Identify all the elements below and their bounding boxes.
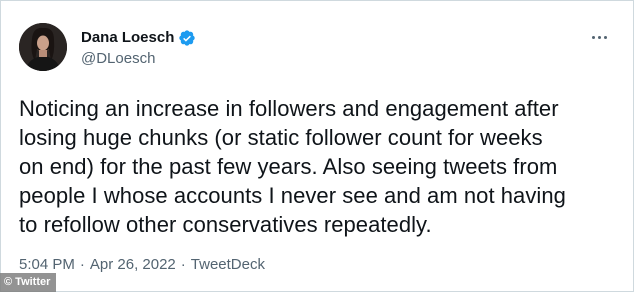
tweet-date[interactable]: Apr 26, 2022 xyxy=(90,256,176,273)
more-horizontal-icon-dot xyxy=(597,35,601,39)
author-name-row: Dana Loesch xyxy=(81,28,196,48)
more-horizontal-icon xyxy=(591,35,595,39)
tweet-card: Dana Loesch @DLoesch Noticing an increas… xyxy=(0,0,634,292)
meta-separator: · xyxy=(79,256,85,273)
twitter-credit-watermark: © Twitter xyxy=(0,273,57,292)
more-horizontal-icon-dot xyxy=(603,35,607,39)
tweet-text: Noticing an increase in followers and en… xyxy=(19,96,566,237)
profile-photo-icon xyxy=(19,23,67,71)
avatar[interactable] xyxy=(19,23,67,71)
user-handle[interactable]: @DLoesch xyxy=(81,49,155,69)
more-options-button[interactable] xyxy=(587,29,611,45)
display-name[interactable]: Dana Loesch xyxy=(81,28,174,48)
tweet-time[interactable]: 5:04 PM xyxy=(19,256,75,273)
verified-badge-icon xyxy=(178,29,196,47)
tweet-metadata: 5:04 PM · Apr 26, 2022 · TweetDeck xyxy=(19,255,265,275)
tweet-source[interactable]: TweetDeck xyxy=(191,256,265,273)
meta-separator: · xyxy=(180,256,186,273)
